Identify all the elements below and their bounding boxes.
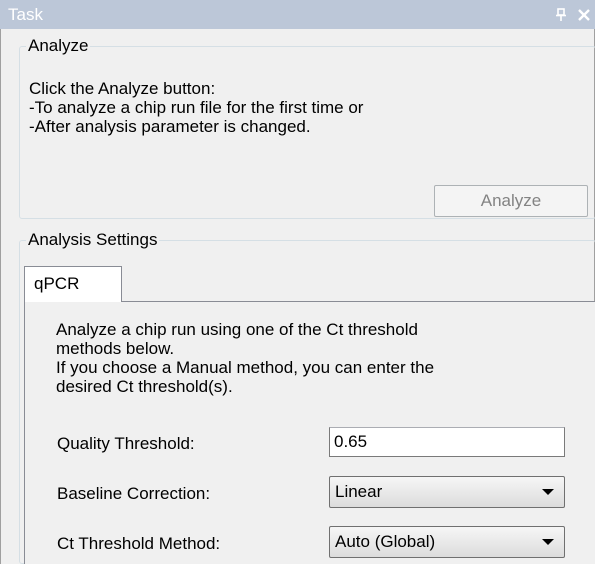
close-icon[interactable] xyxy=(577,8,591,22)
panel-title: Task xyxy=(8,5,43,24)
analyze-instruction-line: Click the Analyze button: xyxy=(29,79,216,98)
analyze-group-title: Analyze xyxy=(28,36,89,55)
baseline-correction-label: Baseline Correction: xyxy=(57,484,211,503)
qpcr-tab-page: Analyze a chip run using one of the Ct t… xyxy=(24,301,595,564)
analysis-settings-title: Analysis Settings xyxy=(28,230,158,249)
ct-threshold-method-select[interactable]: Auto (Global) xyxy=(329,526,565,558)
ct-threshold-method-value: Auto (Global) xyxy=(335,532,436,551)
baseline-correction-value: Linear xyxy=(335,482,383,501)
analyze-instruction-line: -To analyze a chip run file for the firs… xyxy=(29,98,364,117)
description-line: desired Ct threshold(s). xyxy=(56,377,233,396)
analyze-button[interactable]: Analyze xyxy=(434,185,588,217)
baseline-correction-select[interactable]: Linear xyxy=(329,476,565,508)
analyze-instructions: Click the Analyze button: -To analyze a … xyxy=(29,79,363,136)
description-line: Analyze a chip run using one of the Ct t… xyxy=(56,320,418,339)
description-line: methods below. xyxy=(56,339,175,358)
chevron-down-icon xyxy=(542,489,554,495)
analyze-group: Analyze Click the Analyze button: -To an… xyxy=(19,36,595,219)
quality-threshold-label: Quality Threshold: xyxy=(57,434,195,453)
quality-threshold-input[interactable] xyxy=(329,427,565,457)
chevron-down-icon xyxy=(542,539,554,545)
ct-threshold-method-label: Ct Threshold Method: xyxy=(57,534,221,553)
description-line: If you choose a Manual method, you can e… xyxy=(56,358,435,377)
method-description: Analyze a chip run using one of the Ct t… xyxy=(56,320,434,396)
panel-title-bar: Task xyxy=(0,0,595,29)
tab-qpcr[interactable]: qPCR xyxy=(24,266,122,302)
pin-icon[interactable] xyxy=(555,7,567,22)
analyze-instruction-line: -After analysis parameter is changed. xyxy=(29,117,311,136)
